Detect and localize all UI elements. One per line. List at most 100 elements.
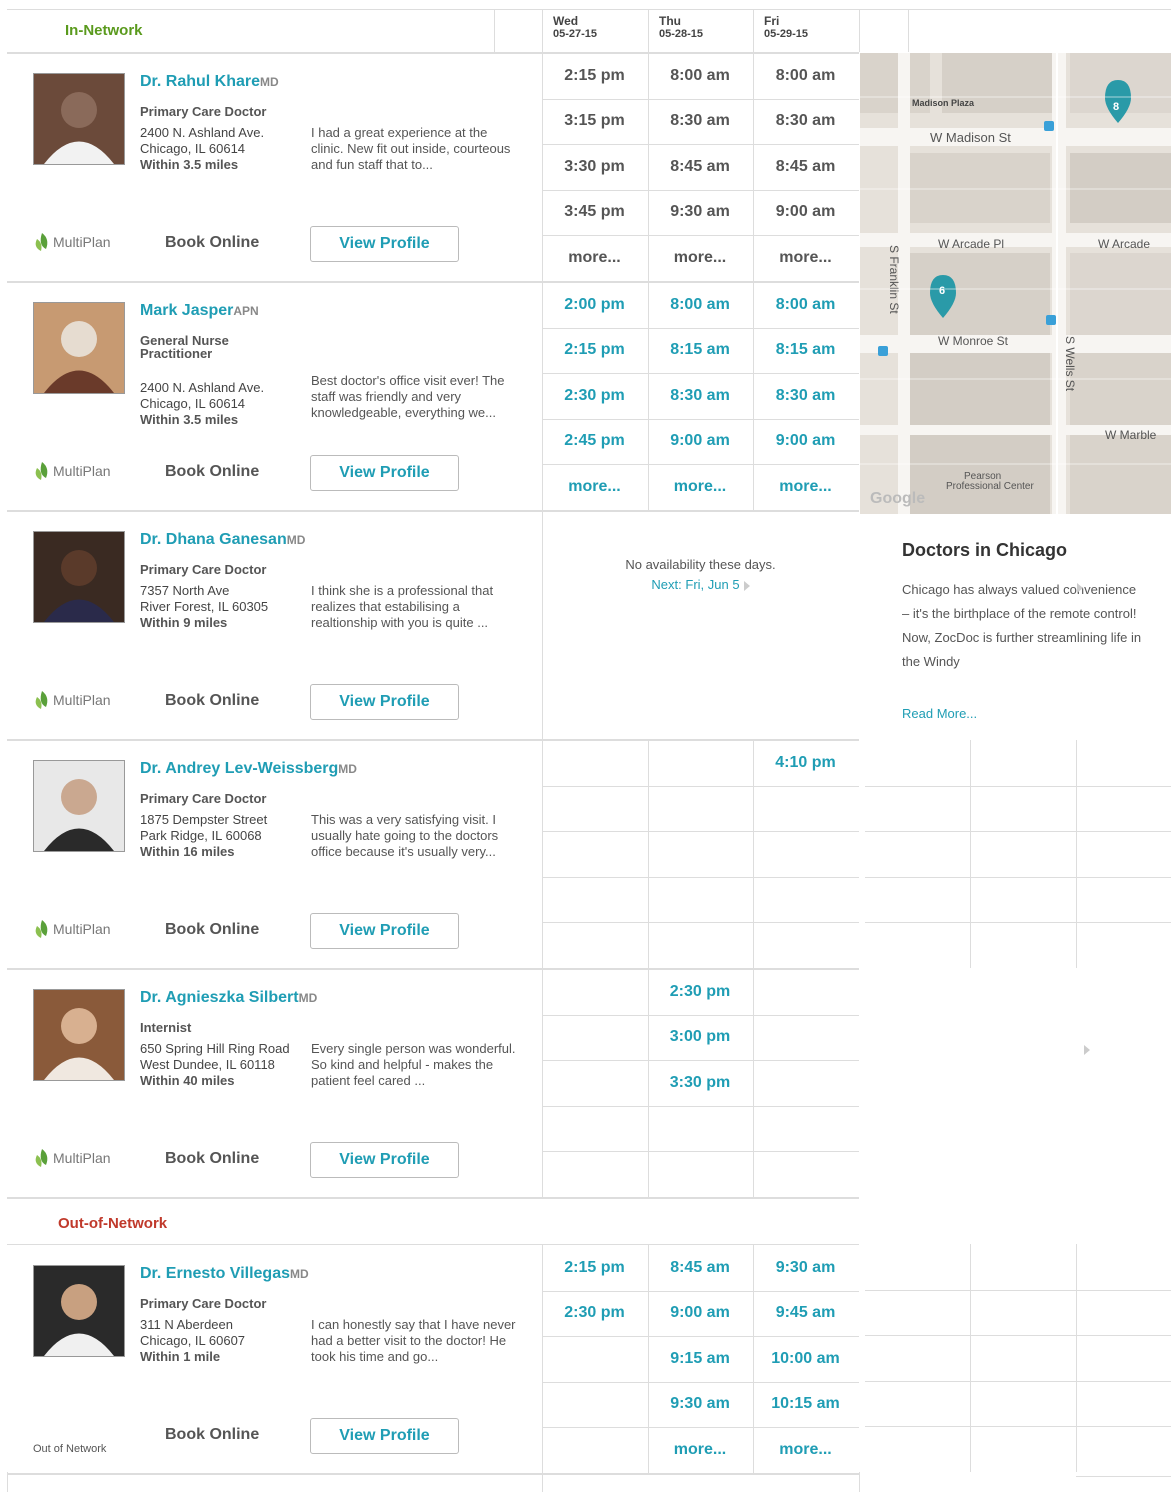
more-times-link[interactable]: more...	[753, 1427, 858, 1472]
view-profile-button[interactable]: View Profile	[310, 913, 459, 949]
time-slot[interactable]: 2:15 pm	[542, 1245, 647, 1290]
time-slot[interactable]: 8:30 am	[648, 373, 753, 418]
doctor-name-link[interactable]: Mark JasperAPN	[140, 302, 259, 320]
book-online-label: Book Online	[165, 234, 260, 251]
day-header-fri: Fri 05-29-15	[764, 14, 809, 41]
time-slot[interactable]: 8:00 am	[648, 53, 753, 98]
more-times-link[interactable]: more...	[753, 464, 858, 509]
time-slot[interactable]: 9:00 am	[753, 419, 858, 464]
review-snippet: I can honestly say that I have never had…	[311, 1317, 516, 1364]
time-slot[interactable]: 8:30 am	[753, 373, 858, 418]
book-online-label: Book Online	[165, 921, 260, 938]
more-times-link[interactable]: more...	[542, 464, 647, 509]
doctor-name-link[interactable]: Dr. Dhana GanesanMD	[140, 531, 305, 549]
time-slot[interactable]: 2:30 pm	[542, 373, 647, 418]
doctor-row: Dr. Rahul KhareMD Primary Care Doctor 24…	[7, 53, 859, 283]
more-times-link[interactable]: more...	[648, 464, 753, 509]
specialty: Primary Care Doctor	[140, 791, 267, 806]
multiplan-leaf-icon	[35, 920, 48, 938]
transit-icon	[1046, 315, 1056, 325]
doctor-photo[interactable]	[33, 1265, 125, 1357]
view-profile-button[interactable]: View Profile	[310, 1418, 459, 1454]
availability-grid: 2:15 pm 8:45 am 9:30 am 2:30 pm 9:00 am 9:45 …	[542, 1245, 859, 1473]
multiplan-leaf-icon	[35, 462, 48, 480]
time-slot[interactable]: 3:15 pm	[542, 99, 647, 144]
time-slot[interactable]: 3:00 pm	[648, 1015, 753, 1060]
time-slot[interactable]: 9:30 am	[648, 190, 753, 235]
svg-text:Professional Center: Professional Center	[946, 481, 1034, 492]
time-slot[interactable]: 8:00 am	[753, 53, 858, 98]
time-slot[interactable]: 9:00 am	[753, 190, 858, 235]
time-slot[interactable]: 4:10 pm	[753, 740, 858, 785]
svg-text:8: 8	[1113, 101, 1119, 113]
time-slot[interactable]: 8:15 am	[648, 328, 753, 373]
time-slot[interactable]: 9:45 am	[753, 1291, 858, 1336]
doctor-name-link[interactable]: Dr. Andrey Lev-WeissbergMD	[140, 760, 357, 778]
read-more-link[interactable]: Read More...	[902, 706, 977, 721]
map-label-wells: S Wells St	[1063, 336, 1077, 392]
address: 7357 North Ave River Forest, IL 60305 With…	[140, 583, 269, 630]
time-slot[interactable]: 10:15 am	[753, 1382, 858, 1427]
doctor-photo[interactable]	[33, 73, 125, 165]
day-header-thu: Thu 05-28-15	[659, 14, 704, 41]
more-times-link[interactable]: more...	[648, 1427, 753, 1472]
doctor-photo[interactable]	[33, 531, 125, 623]
map-label-franklin: S Franklin St	[887, 245, 901, 314]
time-slot[interactable]: 2:45 pm	[542, 419, 647, 464]
address: 2400 N. Ashland Ave. Chicago, IL 60614 Wit…	[140, 125, 265, 172]
time-slot[interactable]: 9:30 am	[648, 1382, 753, 1427]
time-slot[interactable]: 8:30 am	[753, 99, 858, 144]
specialty: Internist	[140, 1020, 192, 1035]
doctor-photo[interactable]	[33, 760, 125, 852]
time-slot[interactable]: 3:30 pm	[542, 144, 647, 189]
time-slot[interactable]: 2:15 pm	[542, 53, 647, 98]
no-availability: No availability these days. Next: Fri, J…	[625, 557, 776, 592]
map[interactable]: Madison Plaza W Madison St W Arcade Pl W…	[860, 53, 1171, 514]
time-slot[interactable]: 9:00 am	[648, 1291, 753, 1336]
day-header-wed: Wed 05-27-15	[553, 14, 598, 41]
availability-grid: 4:10 pm	[542, 740, 859, 968]
doctor-photo[interactable]	[33, 302, 125, 394]
view-profile-button[interactable]: View Profile	[310, 226, 459, 262]
time-slot[interactable]: 2:30 pm	[542, 1291, 647, 1336]
time-slot[interactable]: 8:45 am	[753, 144, 858, 189]
doctor-row: Mark JasperAPN General Nurse Practitione…	[7, 282, 859, 512]
multiplan-leaf-icon	[35, 691, 48, 709]
map-label-marble: W Marble	[1105, 428, 1157, 442]
time-slot[interactable]: 8:00 am	[753, 282, 858, 327]
time-slot[interactable]: 8:15 am	[753, 328, 858, 373]
more-times-link[interactable]: more...	[753, 235, 858, 280]
next-availability-link[interactable]: Next: Fri, Jun 5	[651, 577, 739, 592]
time-slot[interactable]: 8:45 am	[648, 1245, 753, 1290]
availability-grid	[542, 511, 859, 739]
doctor-name-link[interactable]: Dr. Agnieszka SilbertMD	[140, 989, 317, 1007]
address: 1875 Dempster Street Park Ridge, IL 60068…	[140, 812, 268, 859]
time-slot[interactable]: 8:00 am	[648, 282, 753, 327]
view-profile-button[interactable]: View Profile	[310, 455, 459, 491]
time-slot[interactable]: 2:15 pm	[542, 328, 647, 373]
specialty: Primary Care Doctor	[140, 1296, 267, 1311]
insurance-logo: MultiPlan	[33, 460, 111, 482]
doctor-name-link[interactable]: Dr. Rahul KhareMD	[140, 73, 279, 91]
time-slot[interactable]: 9:30 am	[753, 1245, 858, 1290]
time-slot[interactable]: 9:15 am	[648, 1336, 753, 1381]
time-slot[interactable]: 3:45 pm	[542, 190, 647, 235]
doctor-photo[interactable]	[33, 989, 125, 1081]
book-online-label: Book Online	[165, 463, 260, 480]
time-slot[interactable]: 8:30 am	[648, 99, 753, 144]
time-slot[interactable]: 3:30 pm	[648, 1060, 753, 1105]
view-profile-button[interactable]: View Profile	[310, 684, 459, 720]
doctor-name-link[interactable]: Dr. Ernesto VillegasMD	[140, 1265, 309, 1283]
time-slot[interactable]: 9:00 am	[648, 419, 753, 464]
transit-icon	[878, 346, 888, 356]
more-times-link[interactable]: more...	[648, 235, 753, 280]
time-slot[interactable]: 10:00 am	[753, 1336, 858, 1381]
time-slot[interactable]: 2:30 pm	[648, 969, 753, 1014]
time-slot[interactable]: 2:00 pm	[542, 282, 647, 327]
arrow-right-icon	[1077, 583, 1083, 593]
time-slot[interactable]: 8:45 am	[648, 144, 753, 189]
more-times-link[interactable]: more...	[542, 235, 647, 280]
view-profile-button[interactable]: View Profile	[310, 1142, 459, 1178]
in-network-label: In-Network	[65, 22, 143, 39]
map-label-arcade-pl: W Arcade Pl	[938, 237, 1004, 251]
